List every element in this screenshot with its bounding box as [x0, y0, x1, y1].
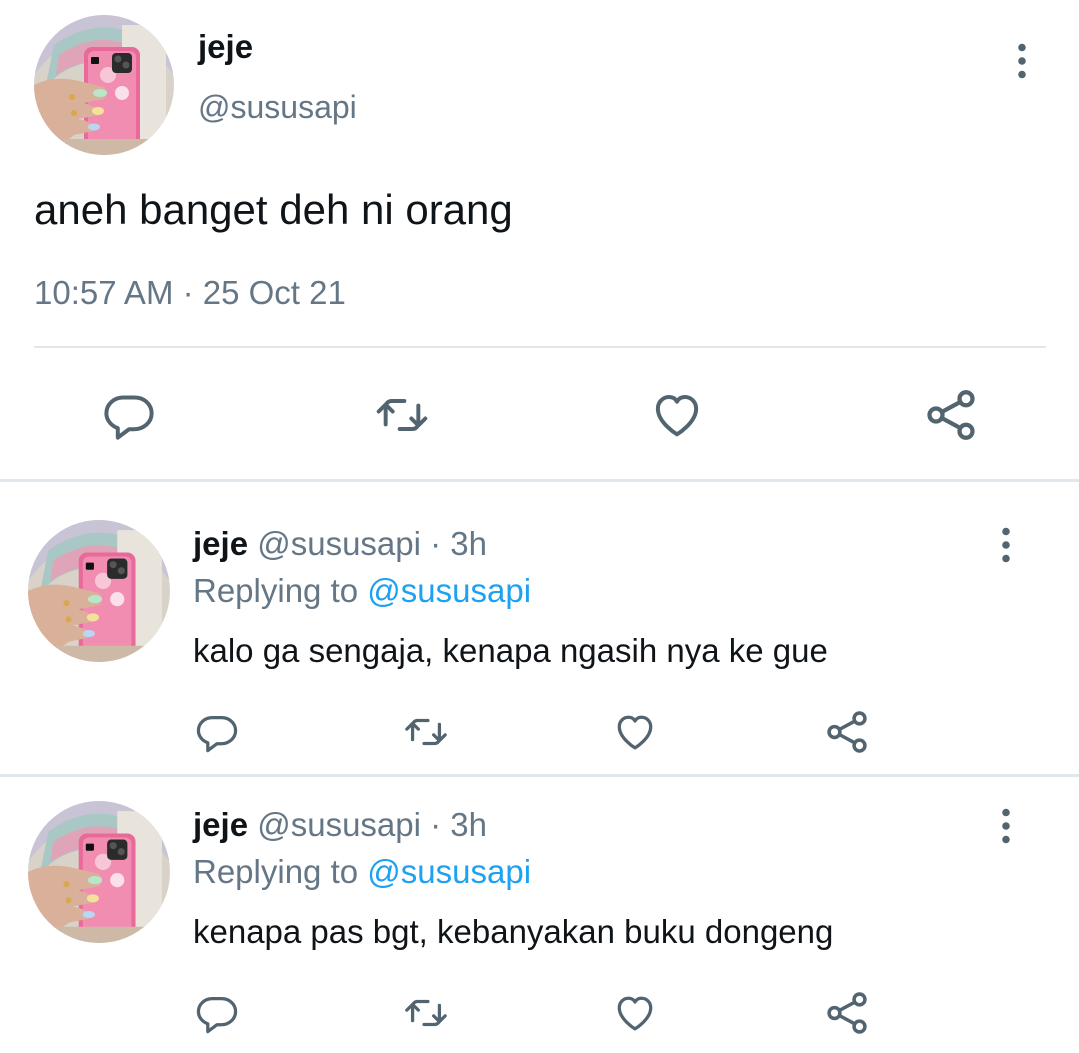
retweet-icon[interactable] [400, 990, 452, 1036]
share-icon[interactable] [920, 385, 982, 445]
display-name[interactable]: jeje [193, 525, 248, 562]
replying-to-handle[interactable]: @sususapi [367, 572, 531, 609]
divider [34, 346, 1046, 348]
avatar[interactable] [28, 801, 170, 943]
avatar[interactable] [28, 520, 170, 662]
more-options-icon[interactable] [999, 527, 1013, 563]
like-icon[interactable] [611, 990, 659, 1036]
display-name[interactable]: jeje [193, 806, 248, 843]
retweet-icon[interactable] [371, 387, 433, 443]
tweet-text: aneh banget deh ni orang [34, 186, 513, 233]
reply-icon[interactable] [101, 387, 157, 443]
display-name[interactable]: jeje [198, 28, 253, 66]
like-icon[interactable] [648, 387, 706, 443]
replying-to: Replying to @sususapi [193, 572, 531, 610]
like-icon[interactable] [611, 709, 659, 755]
reply-header: jeje @sususapi · 3h [193, 525, 487, 563]
reply-icon[interactable] [194, 990, 240, 1036]
avatar[interactable] [34, 15, 174, 155]
replying-to-label: Replying to [193, 853, 359, 890]
reply-text: kalo ga sengaja, kenapa ngasih nya ke gu… [193, 632, 828, 669]
more-options-icon[interactable] [999, 808, 1013, 844]
replying-to: Replying to @sususapi [193, 853, 531, 891]
tweet-timestamp[interactable]: 10:57 AM · 25 Oct 21 [34, 274, 346, 312]
replying-to-label: Replying to [193, 572, 359, 609]
reply-header: jeje @sususapi · 3h [193, 806, 487, 844]
divider [0, 774, 1079, 777]
retweet-icon[interactable] [400, 709, 452, 755]
reply-meta[interactable]: @sususapi · 3h [257, 525, 487, 562]
more-options-icon[interactable] [1015, 43, 1029, 79]
user-handle[interactable]: @sususapi [198, 88, 357, 126]
replying-to-handle[interactable]: @sususapi [367, 853, 531, 890]
reply-text: kenapa pas bgt, kebanyakan buku dongeng [193, 913, 834, 950]
share-icon[interactable] [822, 988, 872, 1038]
divider [0, 479, 1079, 482]
share-icon[interactable] [822, 707, 872, 757]
reply-meta[interactable]: @sususapi · 3h [257, 806, 487, 843]
reply-icon[interactable] [194, 709, 240, 755]
